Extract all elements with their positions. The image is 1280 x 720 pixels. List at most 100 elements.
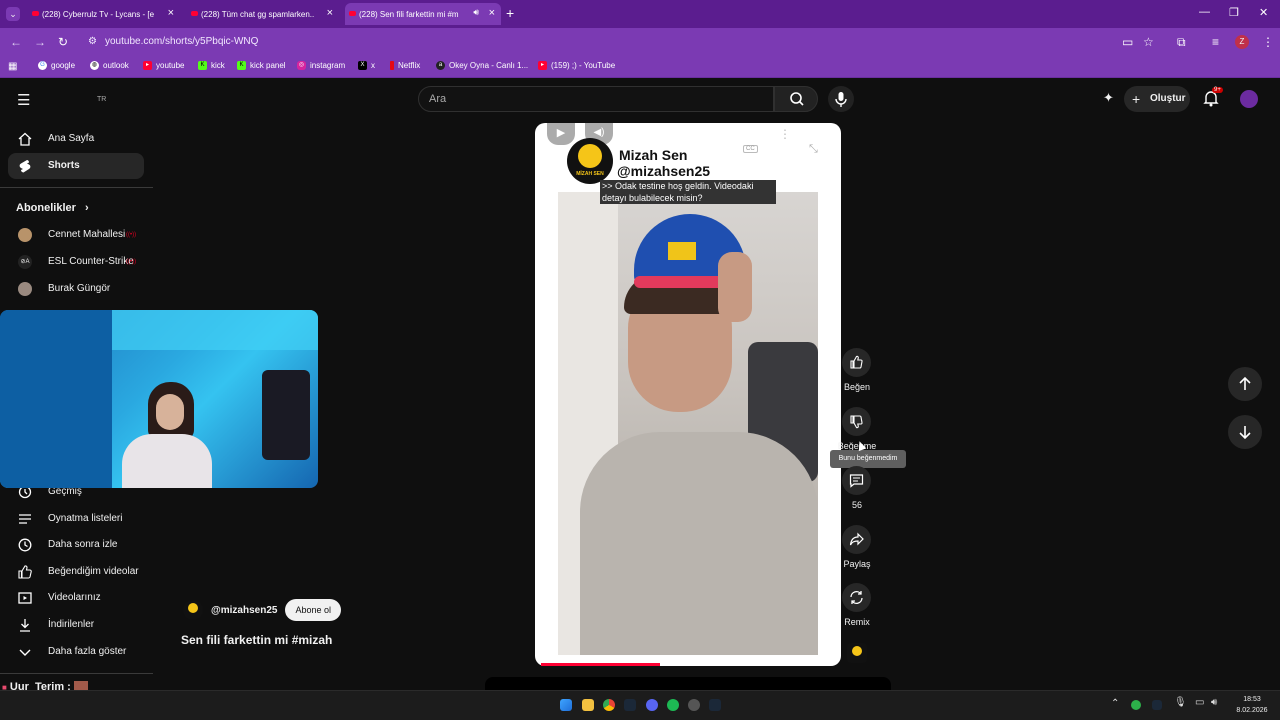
cc-button[interactable]: CC [743, 145, 758, 153]
youtube-icon: ▸ [538, 61, 547, 70]
speaker-icon[interactable]: 🔊︎ [473, 7, 479, 18]
back-icon[interactable]: ← [10, 35, 22, 49]
discord-icon[interactable] [646, 699, 658, 711]
tab-1[interactable]: (228) Cyberrulz Tv - Lycans - [e × [28, 3, 180, 25]
tab-3-active[interactable]: (228) Sen fili farkettin mi #m 🔊︎ × [345, 3, 501, 25]
sidebar-item-label: İndirilenler [48, 619, 95, 630]
bookmark-okey[interactable]: a Okey Oyna - Canlı 1... [436, 61, 528, 70]
like-button[interactable] [842, 348, 871, 377]
tray-network-icon[interactable]: ▭ [1195, 697, 1204, 708]
kick-icon: K [237, 61, 246, 70]
video-hand [718, 252, 752, 322]
spotify-icon[interactable] [667, 699, 679, 711]
close-tab-icon[interactable]: × [327, 7, 333, 19]
steam-icon[interactable] [709, 699, 721, 711]
kick-icon: K [198, 61, 207, 70]
tray-mic-icon[interactable]: 🎙︎ [1174, 697, 1187, 708]
channel-avatar [18, 282, 32, 296]
chrome-icon[interactable] [603, 699, 615, 711]
steam-icon[interactable] [624, 699, 636, 711]
hamburger-menu-icon[interactable]: ☰ [17, 91, 30, 109]
bookmark-kick-panel[interactable]: Kkick panel [237, 61, 286, 70]
remix-button[interactable] [842, 583, 871, 612]
tab-2[interactable]: (228) Tüm chat gg spamlarken.. × [187, 3, 339, 25]
bookmark-instagram[interactable]: ◎ instagram [297, 61, 345, 70]
previous-short-button[interactable] [1228, 367, 1262, 401]
subscription-esl-counter-strike[interactable]: ⊘A ESL Counter-Strike ((•)) [8, 249, 144, 275]
bookmarks-bar: ▦ Ggoogle ◍ outlook ▸ youtube Kkick Kkick … [0, 56, 1280, 78]
dislike-button[interactable] [842, 407, 871, 436]
sidebar-item-label: Daha fazla göster [48, 646, 127, 657]
minimize-icon[interactable]: — [1199, 6, 1210, 18]
sidebar-item-shorts[interactable]: Shorts [8, 153, 144, 179]
tab-search-button[interactable]: ⌄ [6, 7, 20, 21]
bookmark-outlook[interactable]: ◍ outlook [90, 61, 129, 70]
clock[interactable]: 18:53 8.02.2026 [1230, 694, 1274, 716]
tab-title: (228) Sen fili farkettin mi #m [359, 9, 459, 19]
bookmark-youtube-2[interactable]: ▸ (159) ;) - YouTube [538, 61, 615, 70]
tray-steam-icon[interactable] [1152, 700, 1162, 710]
subscribe-button[interactable]: Abone ol [285, 599, 341, 621]
share-button[interactable] [842, 525, 871, 554]
search-input[interactable]: Ara [418, 86, 774, 112]
subscriptions-heading[interactable]: Abonelikler › [16, 202, 89, 214]
extensions-icon[interactable]: ⧉ [1177, 35, 1186, 50]
sound-source-thumbnail[interactable] [847, 643, 867, 663]
channel-avatar[interactable] [183, 600, 203, 620]
sidebar-item-home[interactable]: Ana Sayfa [8, 126, 144, 152]
reload-icon[interactable]: ↻ [58, 35, 68, 49]
voice-search-button[interactable] [828, 86, 854, 112]
create-button[interactable]: + Oluştur [1124, 86, 1190, 112]
bookmark-google[interactable]: Ggoogle [38, 61, 75, 70]
fullscreen-icon[interactable]: ⤡ [809, 143, 818, 156]
windows-start-icon[interactable] [560, 699, 572, 711]
video-hoodie [580, 432, 818, 655]
bookmark-x[interactable]: Xx [358, 61, 375, 70]
next-short-button[interactable] [1228, 415, 1262, 449]
sidebar-item-downloads[interactable]: İndirilenler [8, 612, 144, 638]
browser-tab-bar: ⌄ (228) Cyberrulz Tv - Lycans - [e × (22… [0, 0, 1280, 28]
sidebar-item-watch-later[interactable]: Daha sonra izle [8, 532, 144, 558]
apps-grid-icon[interactable]: ▦ [8, 61, 17, 72]
play-button[interactable]: ▶ [547, 123, 575, 145]
restore-icon[interactable]: ❐ [1229, 6, 1239, 19]
tray-volume-icon[interactable]: 🔊︎ [1211, 697, 1217, 708]
channel-handle[interactable]: @mizahsen25 [211, 605, 277, 616]
tray-chevron-up-icon[interactable]: ⌃ [1111, 698, 1119, 709]
media-controls-icon[interactable]: ≡ [1212, 35, 1219, 49]
app-icon[interactable] [688, 699, 700, 711]
sidebar-item-your-videos[interactable]: Videolarınız [8, 585, 144, 611]
sidebar-item-liked-videos[interactable]: Beğendiğim videolar [8, 559, 144, 585]
subscription-cennet-mahallesi[interactable]: Cennet Mahallesi ((•)) [8, 222, 144, 248]
video-progress-bar[interactable] [541, 663, 660, 666]
clock-date: 8.02.2026 [1236, 707, 1268, 714]
site-info-icon[interactable]: ⚙ [88, 31, 97, 53]
search-button[interactable] [774, 86, 818, 112]
subscription-burak-gungor[interactable]: Burak Güngör [8, 276, 144, 302]
bookmark-kick[interactable]: Kkick [198, 61, 225, 70]
more-options-icon[interactable]: ⋮ [779, 127, 791, 141]
bookmark-star-icon[interactable]: ☆ [1143, 35, 1154, 49]
close-tab-icon[interactable]: × [168, 7, 174, 19]
new-tab-button[interactable]: + [506, 5, 514, 21]
cast-icon[interactable]: ▭ [1122, 35, 1133, 49]
sidebar-item-playlists[interactable]: Oynatma listeleri [8, 506, 144, 532]
comments-button[interactable] [842, 466, 871, 495]
file-explorer-icon[interactable] [582, 699, 594, 711]
bookmark-youtube[interactable]: ▸ youtube [143, 61, 184, 70]
notifications-button[interactable]: 9+ [1203, 87, 1223, 109]
close-window-icon[interactable]: ✕ [1259, 6, 1268, 19]
forward-icon[interactable]: → [34, 35, 46, 49]
gemini-icon[interactable]: ✦ [1103, 90, 1114, 106]
tray-app-icon[interactable] [1131, 700, 1141, 710]
menu-dots-icon[interactable]: ⋮ [1262, 35, 1274, 49]
close-tab-icon[interactable]: × [489, 7, 495, 19]
smiley-icon [578, 144, 602, 168]
url-field[interactable]: ⚙ youtube.com/shorts/y5Pbqic-WNQ [80, 31, 1170, 53]
shorts-player[interactable]: ▶ ◀) ⋮ CC ⤡ MİZAH SEN Mizah Sen @mizahse… [535, 123, 841, 666]
sidebar-item-show-more[interactable]: Daha fazla göster [8, 639, 144, 665]
video-frame[interactable] [558, 192, 818, 655]
bookmark-netflix[interactable]: Netflix [390, 61, 420, 70]
account-avatar[interactable] [1240, 90, 1258, 108]
profile-avatar[interactable]: Z [1235, 35, 1249, 49]
